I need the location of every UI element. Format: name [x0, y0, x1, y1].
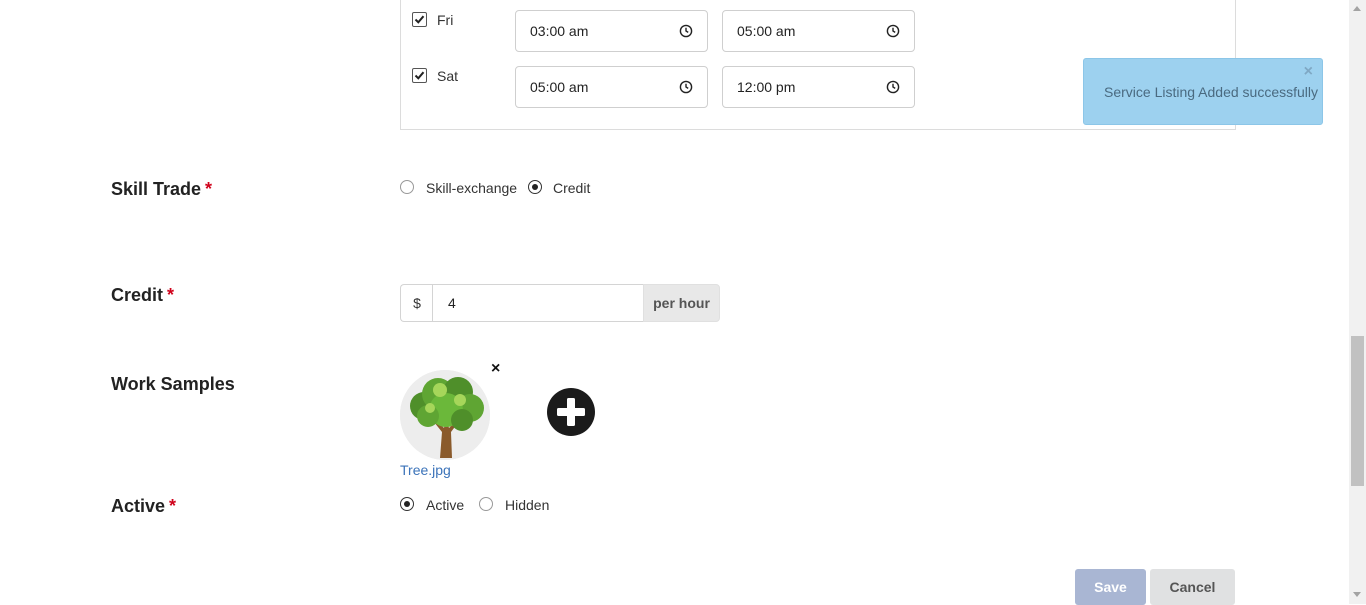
- sat-end-time[interactable]: 12:00 pm: [722, 66, 915, 108]
- clock-icon[interactable]: [679, 24, 693, 38]
- sat-end-value: 12:00 pm: [737, 79, 796, 95]
- add-sample-button[interactable]: [546, 387, 596, 437]
- scrollbar-thumb[interactable]: [1351, 336, 1364, 486]
- required-asterisk: *: [169, 496, 177, 516]
- page-scrollbar[interactable]: [1349, 0, 1366, 604]
- per-hour-addon: per hour: [643, 284, 720, 322]
- plus-circle-icon: [547, 388, 595, 436]
- sat-checkbox[interactable]: [412, 68, 427, 83]
- checkmark-icon: [414, 15, 425, 24]
- checkmark-icon: [414, 71, 425, 80]
- toast-close-button[interactable]: ×: [1304, 64, 1313, 80]
- skill-exchange-radio[interactable]: [400, 180, 414, 194]
- work-sample-thumbnail[interactable]: [400, 370, 490, 460]
- skill-exchange-label[interactable]: Skill-exchange: [426, 180, 517, 196]
- sample-file-link[interactable]: Tree.jpg: [400, 462, 451, 478]
- active-label: Active *: [111, 496, 176, 517]
- fri-end-time[interactable]: 05:00 am: [722, 10, 915, 52]
- cancel-button[interactable]: Cancel: [1150, 569, 1235, 605]
- sat-start-value: 05:00 am: [530, 79, 589, 95]
- fri-start-value: 03:00 am: [530, 23, 589, 39]
- work-samples-label: Work Samples: [111, 374, 235, 394]
- clock-icon[interactable]: [886, 80, 900, 94]
- fri-checkbox[interactable]: [412, 12, 427, 27]
- skill-trade-label: Skill Trade *: [111, 179, 212, 200]
- credit-amount-input[interactable]: 4: [432, 284, 644, 322]
- active-option-label[interactable]: Active: [426, 497, 464, 513]
- clock-icon[interactable]: [886, 24, 900, 38]
- success-toast: Service Listing Added successfully ×: [1083, 58, 1323, 125]
- fri-label: Fri: [437, 12, 454, 28]
- clock-icon[interactable]: [679, 80, 693, 94]
- save-button[interactable]: Save: [1075, 569, 1146, 605]
- sat-start-time[interactable]: 05:00 am: [515, 66, 708, 108]
- fri-start-time[interactable]: 03:00 am: [515, 10, 708, 52]
- credit-radio[interactable]: [528, 180, 542, 194]
- active-radio[interactable]: [400, 497, 414, 511]
- remove-sample-button[interactable]: ×: [491, 360, 500, 378]
- hidden-option-label[interactable]: Hidden: [505, 497, 549, 513]
- credit-label: Credit *: [111, 285, 174, 306]
- sat-label: Sat: [437, 68, 459, 84]
- toast-message: Service Listing Added successfully: [1104, 84, 1318, 100]
- currency-addon: $: [400, 284, 433, 322]
- credit-label-text: Credit: [111, 285, 164, 305]
- tree-image: [400, 370, 490, 460]
- scroll-down-icon[interactable]: [1353, 592, 1361, 597]
- scroll-up-icon[interactable]: [1353, 6, 1361, 11]
- required-asterisk: *: [205, 179, 213, 199]
- credit-option-label[interactable]: Credit: [553, 180, 590, 196]
- skill-trade-label-text: Skill Trade: [111, 179, 202, 199]
- required-asterisk: *: [167, 285, 175, 305]
- fri-end-value: 05:00 am: [737, 23, 796, 39]
- active-label-text: Active: [111, 496, 166, 516]
- hidden-radio[interactable]: [479, 497, 493, 511]
